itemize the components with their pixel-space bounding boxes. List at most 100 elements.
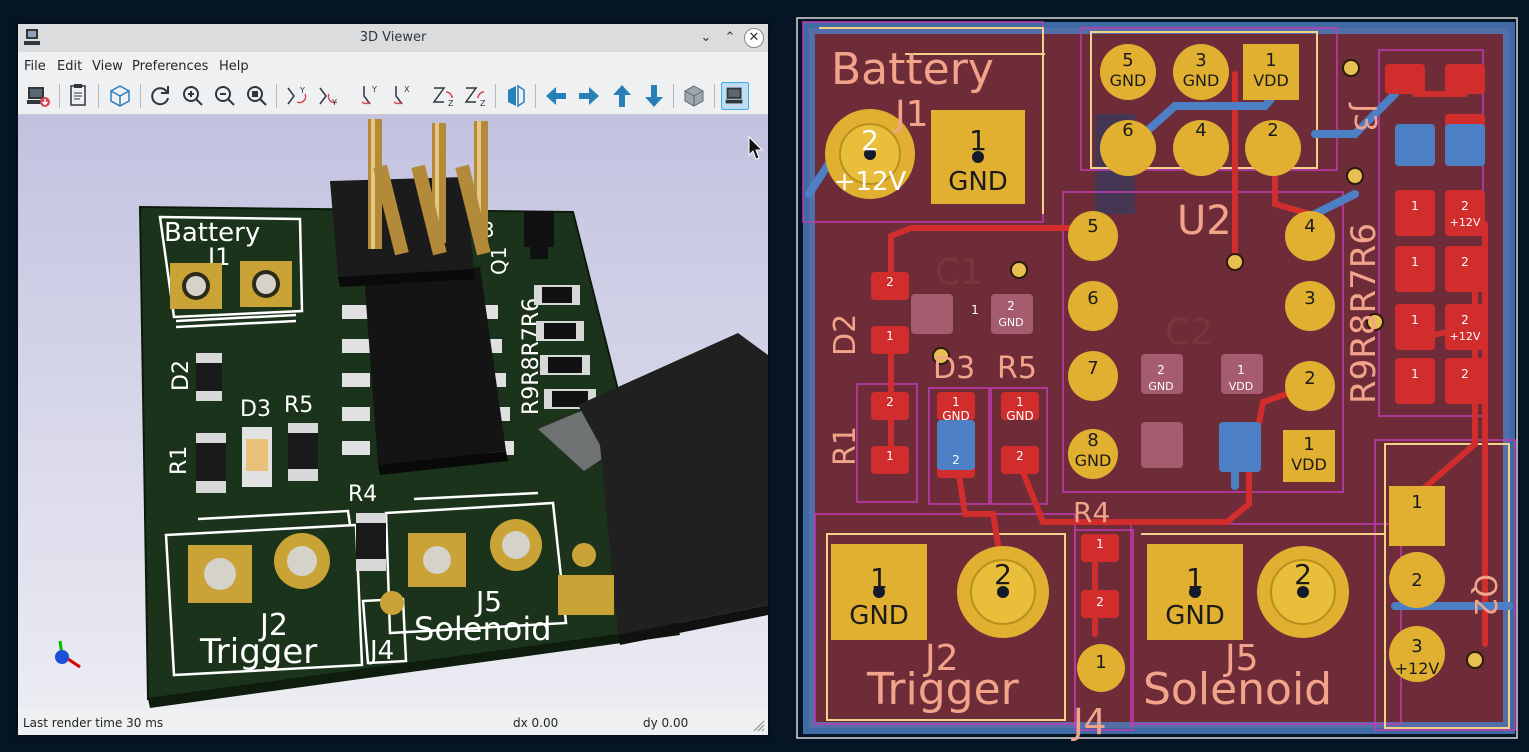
3d-viewport[interactable]: Battery J1 J2 Trigger J4 J5 Solenoid D3 … (18, 115, 768, 709)
pad-label-gnd: GND (1006, 409, 1034, 423)
reload-icon[interactable] (146, 82, 174, 110)
pad-label: 1 (1411, 313, 1419, 327)
title-bar[interactable]: 3D Viewer ⌄ ⌃ ✕ (18, 24, 768, 52)
pcb-label-j4: J4 (1071, 702, 1107, 741)
render-time-status: Last render time 30 ms (23, 716, 164, 730)
3d-label-r4: R4 (348, 482, 377, 507)
axis-triad (55, 640, 81, 669)
3d-label-q1: Q1 (487, 247, 511, 275)
maximize-button[interactable]: ⌃ (720, 28, 740, 48)
pad-label: 7 (1087, 358, 1098, 379)
pcb-layout-canvas[interactable]: Battery J1 U2 D3 R5 R4 J2 Trigger J4 J5 … (795, 14, 1523, 741)
rotate-z-cw-icon[interactable]: Z (430, 82, 458, 110)
svg-text:Y: Y (299, 86, 305, 95)
pad-label: 2 (1461, 313, 1469, 327)
rotate-x-cw-icon[interactable]: Y (283, 82, 311, 110)
toolbar-separator (535, 84, 536, 108)
copy-clipboard-icon[interactable] (64, 82, 92, 110)
render-raytrace-icon[interactable] (24, 82, 52, 110)
pad-label: 2 (1157, 363, 1165, 377)
svg-text:X: X (404, 85, 410, 94)
pad-label-plus12v: +12V (1450, 330, 1481, 343)
pad-label: 6 (1122, 120, 1133, 141)
pad-label: 1 (1411, 492, 1422, 513)
pad-label: 3 (1411, 636, 1422, 657)
pan-up-icon[interactable] (608, 82, 636, 110)
pad-label: 2 (1267, 120, 1278, 141)
minimize-button[interactable]: ⌄ (696, 28, 716, 48)
pad-label: 1 (1411, 199, 1419, 213)
close-button[interactable]: ✕ (744, 28, 764, 48)
toolbar-separator (714, 84, 715, 108)
pad-label: 1 (886, 329, 894, 343)
mouse-cursor-icon (748, 135, 764, 160)
status-bar: Last render time 30 ms dx 0.00 dy 0.00 (18, 710, 768, 735)
pad-label: 2 (1461, 367, 1469, 381)
3d-label-solenoid: Solenoid (414, 610, 552, 648)
pan-down-icon[interactable] (640, 82, 668, 110)
rotate-z-ccw-icon[interactable]: Z (462, 82, 490, 110)
menu-help[interactable]: Help (219, 59, 249, 74)
pad-label: 2 (861, 124, 879, 157)
zoom-out-icon[interactable] (211, 82, 239, 110)
pcb-label-trigger: Trigger (866, 664, 1020, 715)
resize-grip-icon[interactable] (753, 720, 765, 732)
pad-label: 2 (886, 395, 894, 409)
menu-view[interactable]: View (92, 59, 123, 74)
svg-text:Z: Z (480, 99, 486, 108)
pad-label-gnd: GND (948, 167, 1008, 197)
menu-edit[interactable]: Edit (57, 59, 82, 74)
pad-label: 1 (1411, 367, 1419, 381)
toolbar-separator (276, 84, 277, 108)
pcb-label-r9r8r7r6: R9R8R7R6 (1344, 223, 1384, 404)
flip-board-icon[interactable] (502, 82, 530, 110)
3d-viewer-window: 3D Viewer ⌄ ⌃ ✕ File Edit View Preferenc… (18, 24, 768, 735)
pad-label: 5 (1122, 50, 1133, 71)
pad-label-gnd: GND (1110, 71, 1147, 90)
pad-label-gnd: GND (998, 316, 1023, 329)
pad-label: 1 (870, 562, 888, 595)
pad-label-vdd: VDD (1229, 380, 1253, 393)
rotate-y-ccw-icon[interactable]: X (388, 82, 416, 110)
zoom-fit-icon[interactable] (243, 82, 271, 110)
3d-label-r5: R5 (284, 393, 313, 418)
pad-label: 1 (1186, 562, 1204, 595)
pad-label: 1 (1237, 363, 1245, 377)
pad-label: 2 (1294, 558, 1312, 591)
menu-file[interactable]: File (24, 59, 46, 74)
3d-label-r1: R1 (167, 446, 192, 475)
svg-text:Y: Y (371, 85, 377, 94)
pad-label: 3 (1195, 50, 1206, 71)
pad-label: 1 (952, 395, 960, 409)
zoom-in-icon[interactable] (179, 82, 207, 110)
toolbar-separator (495, 84, 496, 108)
pcb-label-q2: Q2 (1467, 574, 1502, 617)
3d-label-j4: J4 (368, 636, 394, 666)
ortho-toggle-icon[interactable] (680, 82, 708, 110)
pad-label: 1 (1016, 395, 1024, 409)
3d-view-icon[interactable] (721, 82, 749, 110)
toolbar-separator (98, 84, 99, 108)
pcb-label-r5: R5 (997, 351, 1037, 386)
pcb-label-solenoid: Solenoid (1143, 664, 1332, 715)
pad-label: 6 (1087, 288, 1098, 309)
pad-label-vdd: VDD (1253, 71, 1289, 90)
view-options-icon[interactable] (106, 82, 134, 110)
pad-label: 1 (1095, 652, 1106, 673)
pad-label-gnd: GND (1148, 380, 1173, 393)
rotate-y-cw-icon[interactable]: Y (356, 82, 384, 110)
pcb-label-r1: R1 (828, 426, 863, 466)
menu-preferences[interactable]: Preferences (132, 59, 208, 74)
pad-label: 5 (1087, 216, 1098, 237)
pad-label: 2 (1096, 595, 1104, 609)
svg-text:Z: Z (448, 99, 454, 108)
pan-right-icon[interactable] (575, 82, 603, 110)
rotate-x-ccw-icon[interactable]: Y (315, 82, 343, 110)
pan-left-icon[interactable] (542, 82, 570, 110)
dy-status: dy 0.00 (643, 716, 689, 730)
toolbar: Y Y Y X Z Z (18, 78, 768, 115)
pcb-label-c1: C1 (935, 252, 983, 293)
pad-label: 1 (969, 124, 987, 157)
pad-label: 2 (1007, 299, 1015, 313)
pad-label: 2 (994, 558, 1012, 591)
